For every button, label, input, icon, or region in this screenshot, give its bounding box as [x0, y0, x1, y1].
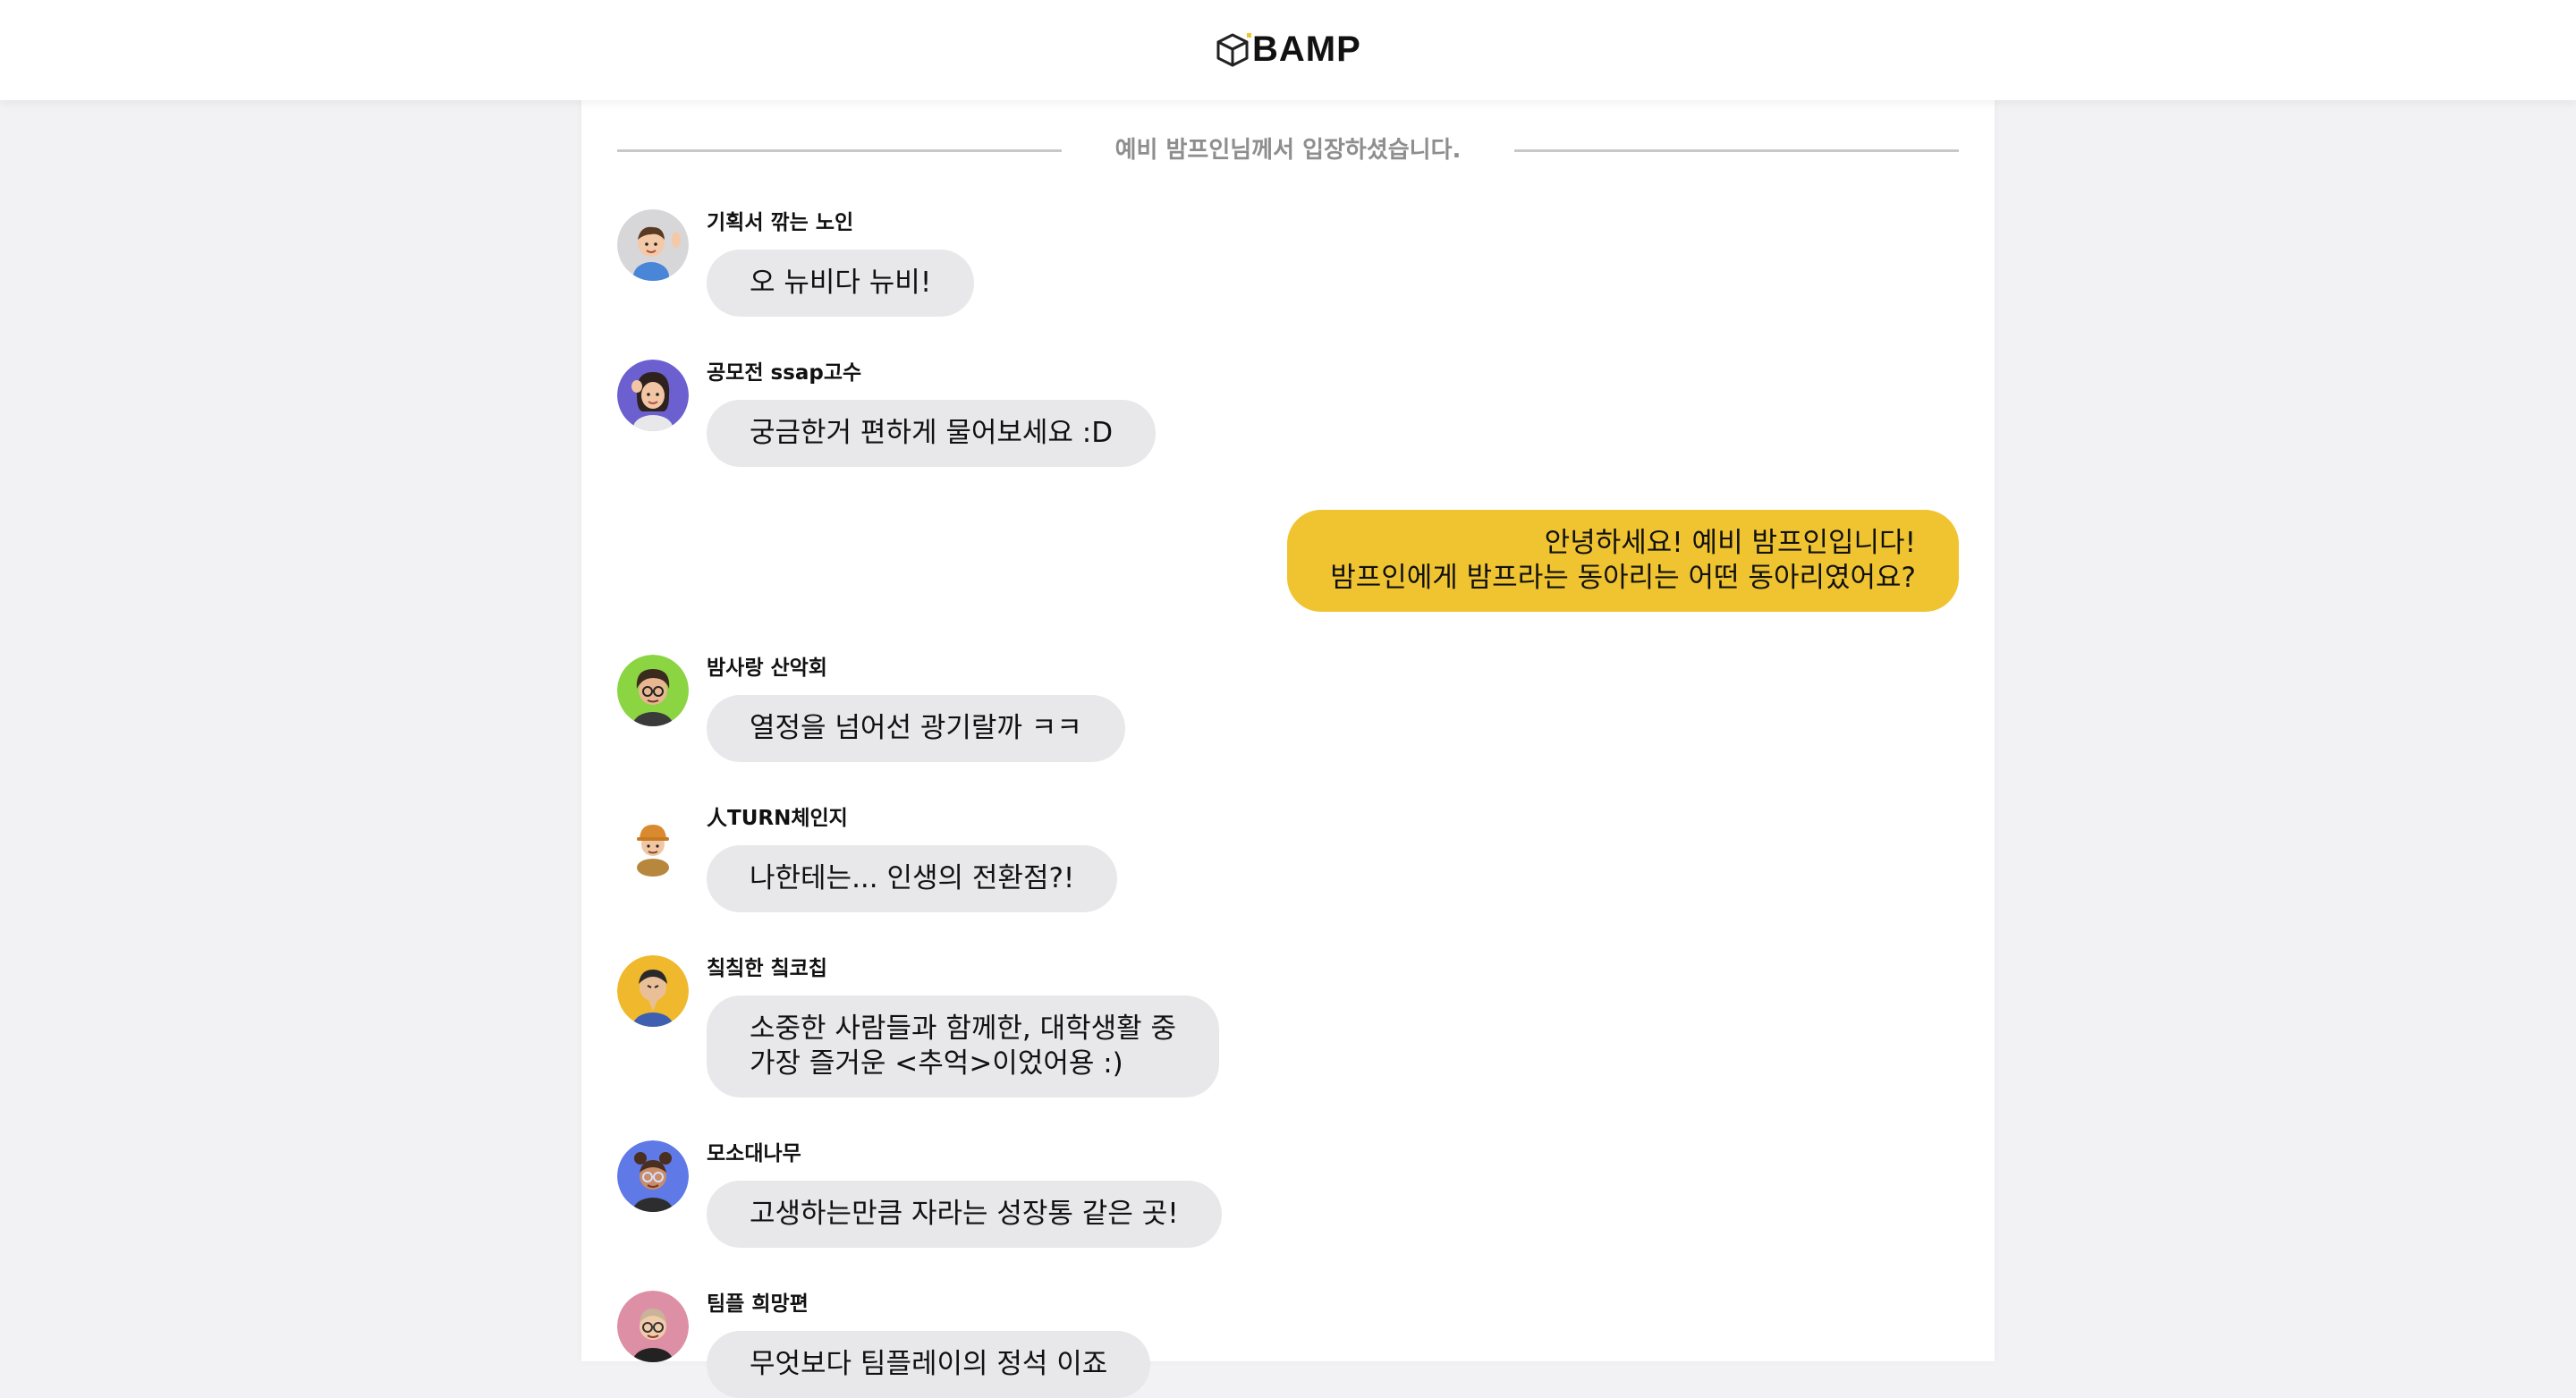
memoji-avatar-yellow[interactable]: [617, 955, 689, 1027]
my-message-bubble[interactable]: 안녕하세요! 예비 밤프인입니다! 밤프인에게 밤프라는 동아리는 어떤 동아리…: [1287, 510, 1959, 612]
message-bubble[interactable]: 고생하는만큼 자라는 성장통 같은 곳!: [707, 1181, 1222, 1248]
message-bubble[interactable]: 궁금한거 편하게 물어보세요 :D: [707, 400, 1157, 467]
message-bubble[interactable]: 소중한 사람들과 함께한, 대학생활 중 가장 즐거운 <추억>이었어용 :): [707, 996, 1220, 1097]
memoji-avatar-pink[interactable]: [617, 1291, 689, 1362]
message-bubble[interactable]: 나한테는... 인생의 전환점?!: [707, 845, 1118, 912]
sender-name: 공모전 ssap고수: [707, 361, 862, 385]
message-bubble[interactable]: 무엇보다 팀플레이의 정석 이죠: [707, 1331, 1151, 1398]
sender-name: 모소대나무: [707, 1142, 801, 1165]
memoji-avatar-hardhat[interactable]: [617, 805, 689, 877]
sender-name: 밤사랑 산악회: [707, 657, 827, 680]
message-bubble[interactable]: 오 뉴비다 뉴비!: [707, 250, 975, 317]
sender-name: 팀플 희망편: [707, 1292, 809, 1316]
memoji-avatar-purple[interactable]: [617, 360, 689, 431]
logo-text: BAMP: [1252, 29, 1361, 69]
box-logo-icon: [1216, 33, 1251, 67]
waving-memoji-avatar[interactable]: [617, 209, 689, 281]
divider-line-right: [1514, 149, 1959, 152]
app-header: BAMP: [0, 0, 2576, 100]
sender-name: 칰칰한 칰코칩: [707, 957, 827, 980]
my-message-line: 안녕하세요! 예비 밤프인입니다!: [1544, 527, 1916, 559]
bamp-logo[interactable]: BAMP: [1213, 27, 1361, 72]
memoji-avatar-blue[interactable]: [617, 1140, 689, 1212]
message-bubble[interactable]: 열정을 넘어선 광기랄까 ㅋㅋ: [707, 695, 1125, 762]
memoji-avatar-green[interactable]: [617, 655, 689, 726]
sender-name: 기획서 깎는 노인: [707, 211, 854, 234]
sender-name: 人TURN체인지: [707, 807, 848, 830]
enter-notice: 예비 밤프인님께서 입장하셨습니다.: [617, 132, 1959, 168]
message-line: 가장 즐거운 <추억>이었어용 :): [750, 1047, 1123, 1080]
my-message-line: 밤프인에게 밤프라는 동아리는 어떤 동아리였어요?: [1330, 562, 1916, 594]
message-line: 소중한 사람들과 함께한, 대학생활 중: [750, 1012, 1177, 1045]
